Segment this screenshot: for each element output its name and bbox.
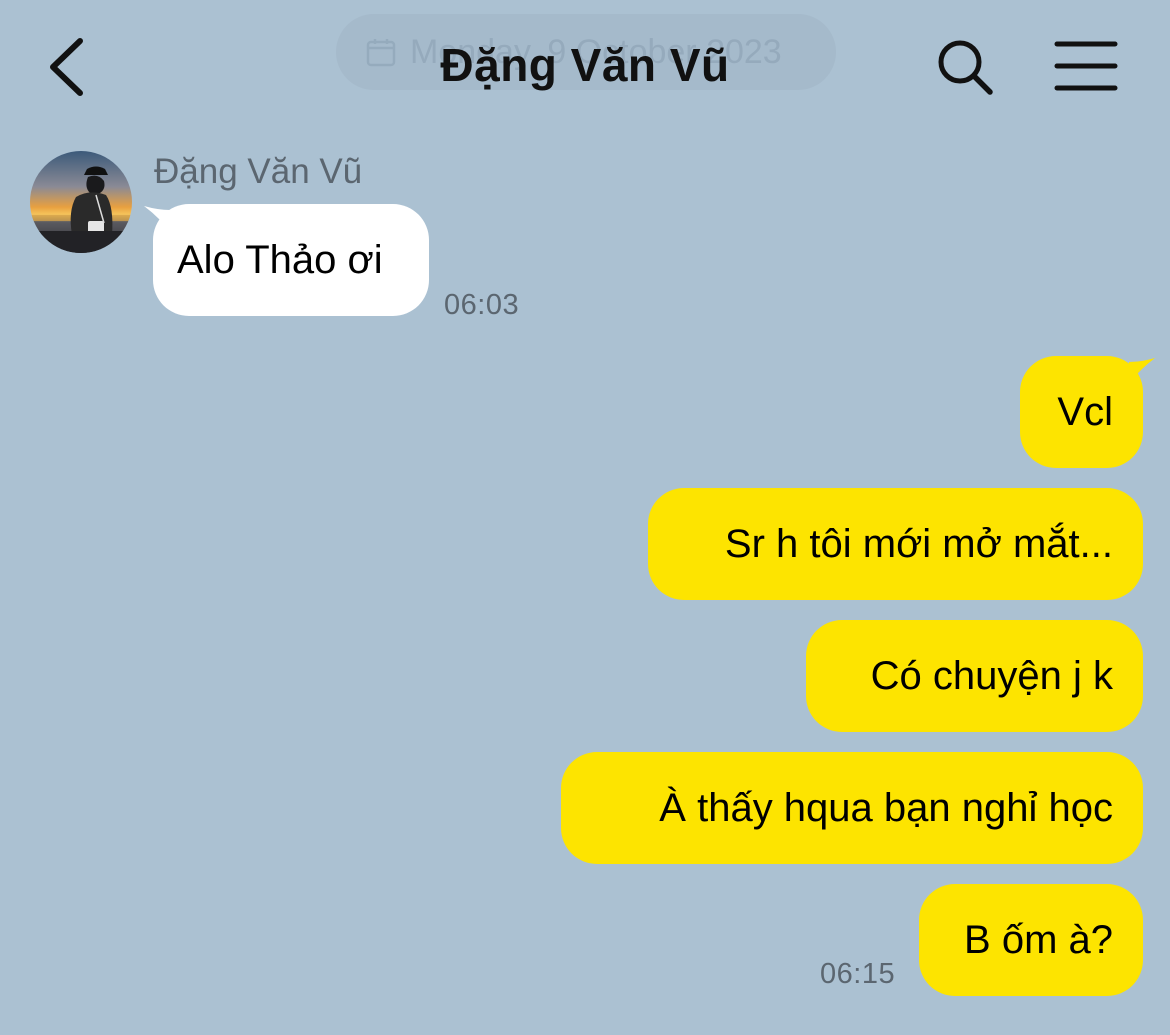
hamburger-menu-icon[interactable] (1054, 40, 1118, 92)
message-timestamp: 06:15 (820, 958, 896, 990)
chat-title: Đặng Văn Vũ (440, 39, 730, 91)
message-text: B ốm à? (964, 917, 1113, 962)
message-timestamp: 06:03 (444, 289, 520, 321)
outgoing-message-bubble[interactable]: À thấy hqua bạn nghỉ học (561, 752, 1143, 864)
outgoing-message-bubble[interactable]: B ốm à? (919, 884, 1143, 996)
message-text: Alo Thảo ơi (177, 237, 383, 282)
message-text: Vcl (1057, 389, 1113, 434)
message-text: Sr h tôi mới mở mắt... (724, 521, 1113, 566)
search-icon[interactable] (936, 38, 994, 96)
avatar-photo (30, 151, 132, 253)
message-text: Có chuyện j k (870, 653, 1113, 698)
outgoing-message-bubble[interactable]: Vcl (1020, 356, 1143, 468)
outgoing-message-bubble[interactable]: Có chuyện j k (806, 620, 1143, 732)
sender-name: Đặng Văn Vũ (154, 152, 363, 191)
chevron-left-icon[interactable] (44, 36, 88, 98)
message-text: À thấy hqua bạn nghỉ học (659, 785, 1113, 830)
incoming-message-bubble[interactable]: Alo Thảo ơi (153, 204, 429, 316)
avatar[interactable] (30, 151, 132, 253)
outgoing-message-bubble[interactable]: Sr h tôi mới mở mắt... (648, 488, 1143, 600)
